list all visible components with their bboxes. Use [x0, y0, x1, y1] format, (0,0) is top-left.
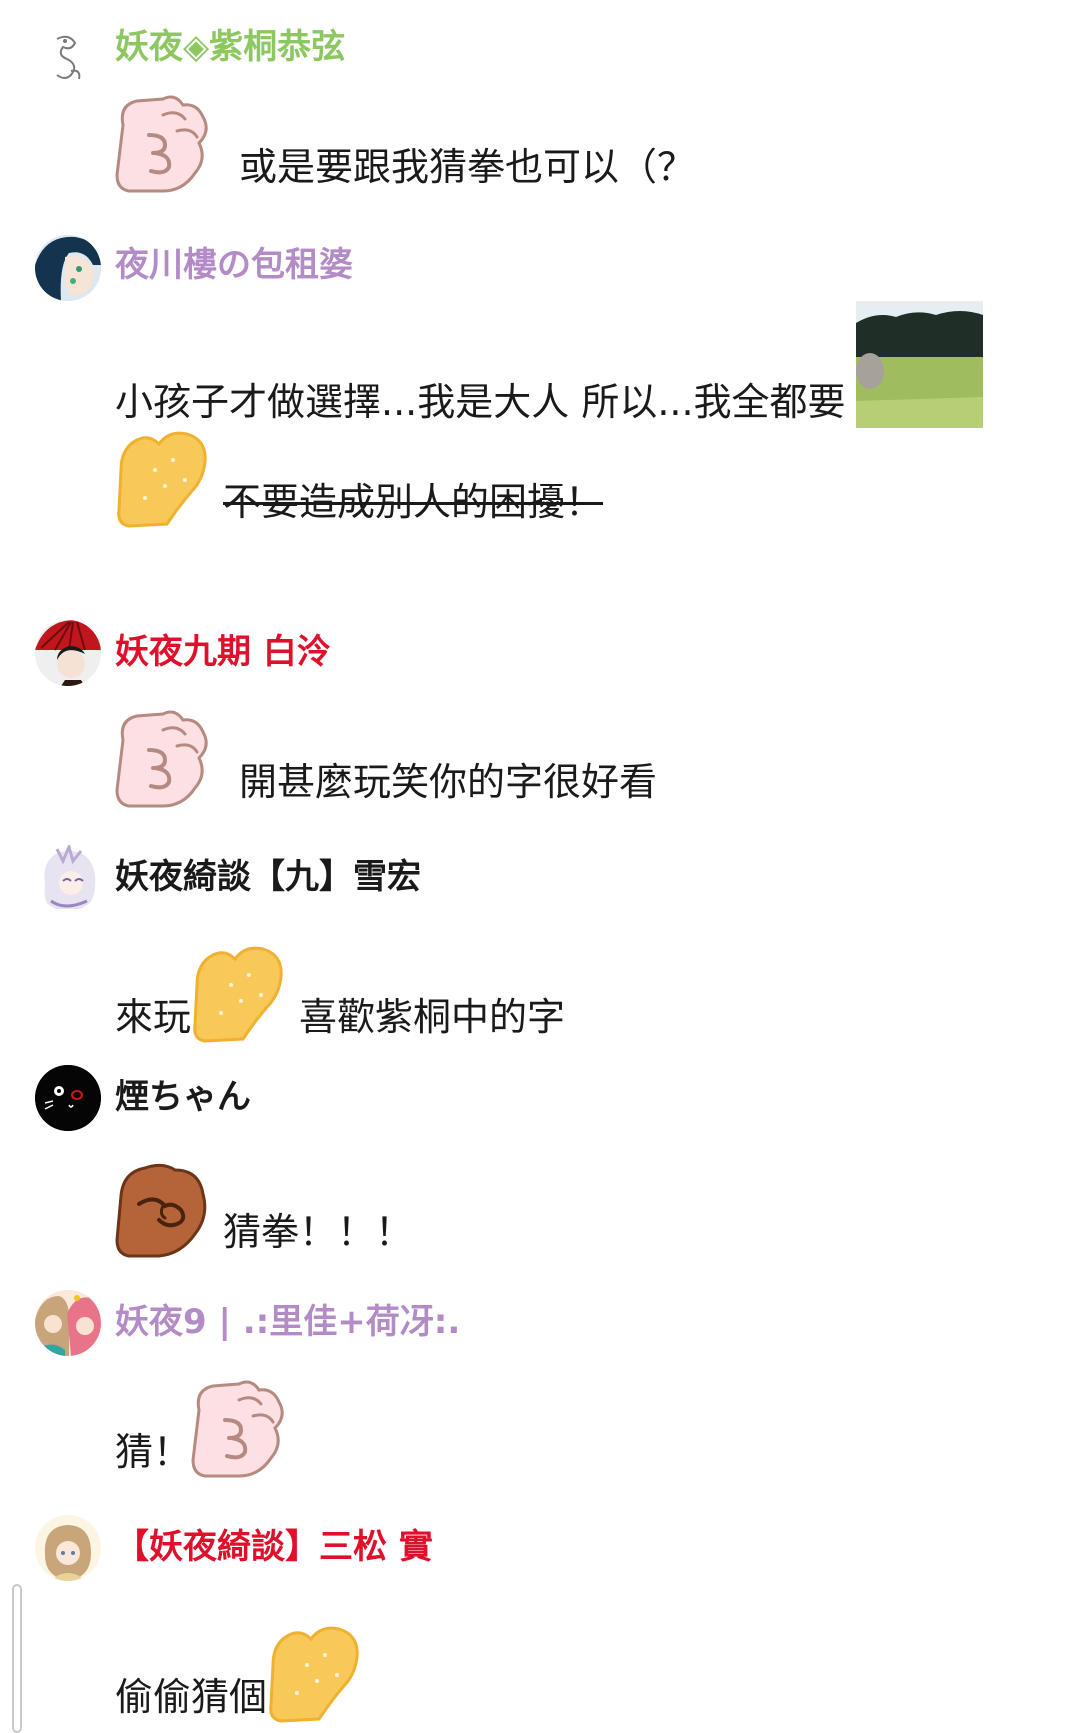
paper-yellow-sticker[interactable] [115, 430, 215, 530]
red-umbrella-avatar-icon [35, 620, 101, 686]
rock-pink-sticker[interactable] [115, 710, 215, 810]
scrollbar-thumb[interactable] [12, 1584, 22, 1733]
message-text: 或是要跟我猜拳也可以（？ [239, 145, 696, 189]
username[interactable]: 妖夜九期 白泠 [115, 632, 331, 672]
paper-yellow-sticker[interactable] [191, 945, 291, 1045]
message-line: 小孩子才做選擇...我是大人 所以...我全都要 [115, 300, 983, 430]
white-hair-avatar-icon [35, 845, 101, 911]
username[interactable]: 妖夜綺談【九】雪宏 [115, 857, 421, 897]
message-text: 喜歡紫桐中的字 [299, 995, 566, 1039]
black-cat-avatar-icon [35, 1065, 101, 1131]
username[interactable]: 夜川樓の包租婆 [115, 245, 353, 285]
message-text: 偷偷猜個 [115, 1675, 268, 1719]
message-line: 開甚麼玩笑你的字很好看 [115, 700, 657, 810]
username[interactable]: 【妖夜綺談】三松 實 [115, 1527, 433, 1567]
blue-hair-avatar-icon [35, 235, 101, 301]
user-avatar[interactable] [35, 845, 101, 911]
duo-avatar-icon [35, 1290, 101, 1356]
user-avatar[interactable] [35, 1515, 101, 1581]
username[interactable]: 妖夜◈紫桐恭弦 [115, 27, 345, 67]
sketch-avatar-icon [56, 35, 81, 80]
message-text: 開甚麼玩笑你的字很好看 [239, 760, 658, 804]
username[interactable]: 妖夜9 | .:里佳+荷冴:. [115, 1302, 460, 1342]
user-avatar[interactable] [35, 620, 101, 686]
message-line: 猜拳！！！ [115, 1150, 413, 1260]
paper-yellow-sticker[interactable] [267, 1625, 367, 1725]
message-text: 來玩 [115, 995, 192, 1039]
message-text: 不要造成別人的困擾！ [223, 480, 604, 524]
rock-pink-sticker[interactable] [191, 1380, 291, 1480]
username[interactable]: 煙ちゃん [115, 1077, 251, 1117]
message-line: 來玩 喜歡紫桐中的字 [115, 925, 565, 1045]
user-avatar[interactable] [35, 1065, 101, 1131]
message-line: 猜！ [115, 1370, 291, 1480]
user-avatar[interactable] [35, 25, 101, 91]
message-line: 偷偷猜個 [115, 1605, 367, 1725]
rock-pink-sticker[interactable] [115, 95, 215, 195]
fist-brown-sticker[interactable] [115, 1160, 215, 1260]
message-line: 不要造成別人的困擾！ [115, 420, 603, 530]
message-line: 或是要跟我猜拳也可以（？ [115, 85, 695, 195]
message-text: 猜拳！！！ [223, 1210, 414, 1254]
user-avatar[interactable] [35, 235, 101, 301]
blonde-avatar-icon [35, 1515, 101, 1581]
grass-photo[interactable] [855, 301, 983, 428]
message-text: 猜！ [115, 1430, 192, 1474]
user-avatar[interactable] [35, 1290, 101, 1356]
